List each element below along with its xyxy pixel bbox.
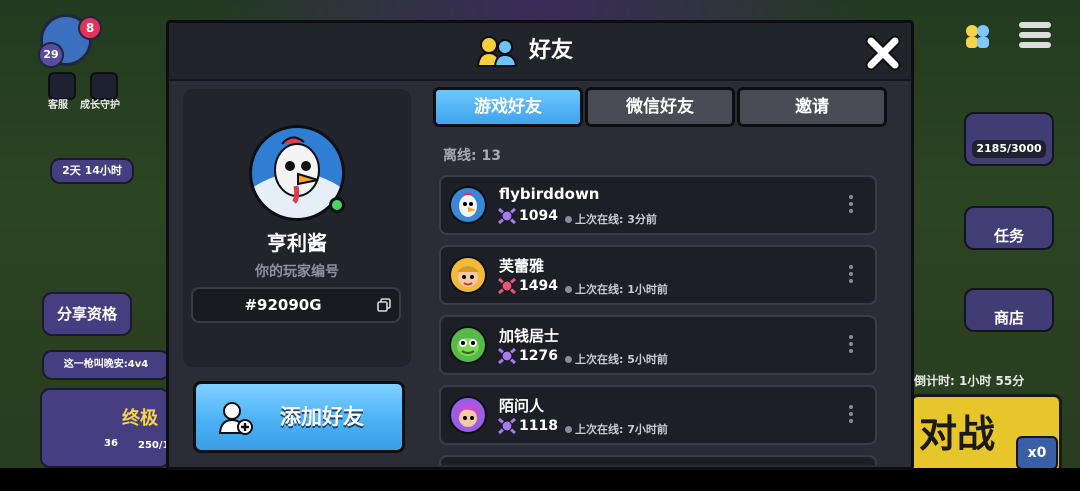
player-id: #92090G bbox=[244, 296, 322, 314]
friend-row[interactable]: 加钱居士 1276 上次在线: 5小时前 bbox=[439, 315, 877, 375]
more-options-icon[interactable] bbox=[847, 405, 855, 427]
rank-panel[interactable]: 终极 36 250/1 bbox=[40, 388, 170, 468]
friends-icon[interactable] bbox=[962, 22, 992, 50]
friends-header-icon bbox=[475, 35, 519, 67]
shop-button[interactable]: 商店 bbox=[964, 288, 1054, 332]
trophy-icon bbox=[498, 347, 516, 365]
close-icon bbox=[865, 35, 901, 71]
friend-avatar bbox=[449, 396, 487, 434]
profile-card: 亨利酱 你的玩家编号 #92090G bbox=[183, 89, 411, 367]
copy-icon[interactable] bbox=[377, 298, 391, 312]
friend-tabs: 游戏好友 微信好友 邀请 bbox=[433, 87, 889, 127]
friend-row[interactable]: 芙蕾雅 1494 上次在线: 1小时前 bbox=[439, 245, 877, 305]
menu-icon[interactable] bbox=[1018, 20, 1052, 50]
friend-name: 陌问人 bbox=[499, 397, 545, 415]
bottom-letterbox bbox=[0, 468, 1080, 491]
countdown-text: 倒计时: 1小时 55分 bbox=[914, 374, 1025, 388]
player-id-box[interactable]: #92090G bbox=[191, 287, 401, 323]
friend-last-online: 上次在线: 7小时前 bbox=[575, 423, 668, 436]
rank-level: 36 bbox=[104, 438, 118, 449]
rank-progress: 250/1 bbox=[138, 440, 170, 451]
friend-name: flybirddown bbox=[499, 185, 600, 203]
profile-name: 亨利酱 bbox=[267, 231, 327, 255]
ticket-count: x0 bbox=[1016, 436, 1058, 470]
trophy-icon bbox=[498, 417, 516, 435]
friend-avatar bbox=[449, 186, 487, 224]
notification-badge: 8 bbox=[78, 16, 102, 40]
chat-preview[interactable]: 这一枪叫晚安:4v4 bbox=[42, 350, 170, 380]
gem-panel[interactable]: 2185/3000 bbox=[964, 112, 1054, 166]
friend-score: 1118 bbox=[519, 418, 558, 434]
rank-label: 终极 bbox=[122, 408, 158, 429]
friend-row-partial[interactable] bbox=[439, 455, 877, 465]
modal-title: 好友 bbox=[529, 38, 574, 63]
add-friend-icon bbox=[218, 402, 253, 435]
tab-game-friends[interactable]: 游戏好友 bbox=[433, 87, 583, 127]
gem-progress: 2185/3000 bbox=[972, 140, 1046, 158]
offline-count: 离线: 13 bbox=[443, 148, 501, 164]
friend-avatar bbox=[449, 326, 487, 364]
player-level-badge: 29 bbox=[38, 42, 64, 68]
modal-header: 好友 bbox=[169, 23, 911, 81]
player-id-label: 你的玩家编号 bbox=[255, 264, 339, 280]
friend-last-online: 上次在线: 5小时前 bbox=[575, 353, 668, 366]
friend-row[interactable]: 陌问人 1118 上次在线: 7小时前 bbox=[439, 385, 877, 445]
event-timer: 2天 14小时 bbox=[50, 158, 134, 184]
tasks-button[interactable]: 任务 bbox=[964, 206, 1054, 250]
offline-dot bbox=[565, 286, 572, 293]
add-friend-button[interactable]: 添加好友 bbox=[193, 381, 405, 453]
share-button[interactable]: 分享资格 bbox=[42, 292, 132, 336]
trophy-icon bbox=[498, 277, 516, 295]
friend-row[interactable]: flybirddown 1094 上次在线: 3分前 bbox=[439, 175, 877, 235]
customer-service-label: 客服 bbox=[48, 100, 68, 111]
offline-dot bbox=[565, 426, 572, 433]
friend-score: 1494 bbox=[519, 278, 558, 294]
tab-invite[interactable]: 邀请 bbox=[737, 87, 887, 127]
friend-score: 1276 bbox=[519, 348, 558, 364]
close-button[interactable] bbox=[863, 33, 903, 73]
friend-list: flybirddown 1094 上次在线: 3分前 芙蕾雅 1494 上次在线… bbox=[439, 175, 879, 465]
friend-last-online: 上次在线: 3分前 bbox=[575, 213, 657, 226]
more-options-icon[interactable] bbox=[847, 195, 855, 217]
friend-score: 1094 bbox=[519, 208, 558, 224]
friends-modal: 好友 亨利酱 你的玩家编号 #92090G 添加好友 游戏好友 微信好友 邀请 … bbox=[166, 20, 914, 470]
growth-guard-label: 成长守护 bbox=[80, 100, 120, 111]
friend-name: 加钱居士 bbox=[499, 327, 560, 345]
friend-avatar bbox=[449, 256, 487, 294]
tab-wechat-friends[interactable]: 微信好友 bbox=[585, 87, 735, 127]
more-options-icon[interactable] bbox=[847, 265, 855, 287]
friend-name: 芙蕾雅 bbox=[499, 257, 545, 275]
offline-dot bbox=[565, 356, 572, 363]
add-friend-label: 添加好友 bbox=[280, 405, 364, 429]
friend-last-online: 上次在线: 1小时前 bbox=[575, 283, 668, 296]
more-options-icon[interactable] bbox=[847, 335, 855, 357]
online-status-dot bbox=[329, 197, 345, 213]
offline-dot bbox=[565, 216, 572, 223]
trophy-icon bbox=[498, 207, 516, 225]
